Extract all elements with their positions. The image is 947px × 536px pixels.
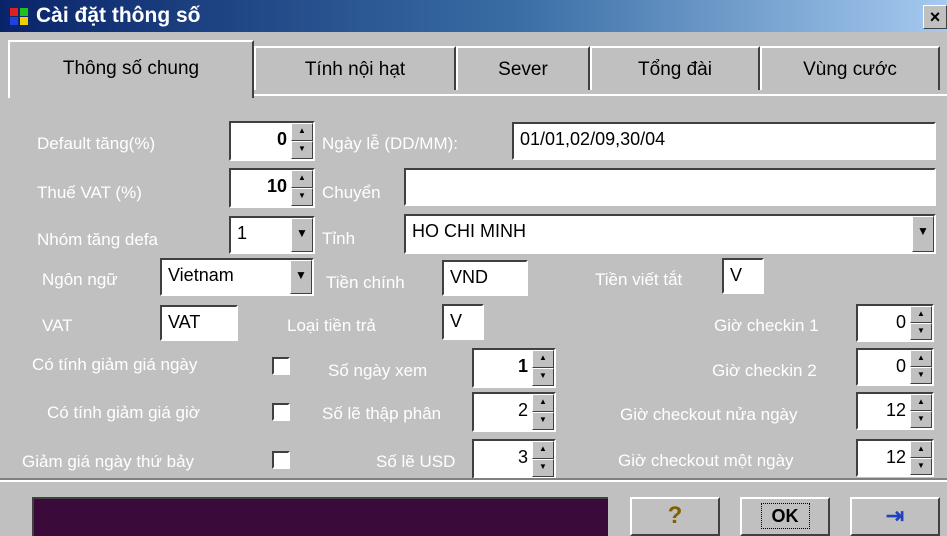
vat-field[interactable]: VAT [160, 305, 238, 341]
gio-checkout-mot-ngay-spinner[interactable]: 12 ▲ ▼ [856, 439, 934, 477]
exit-button[interactable]: ⇥ [850, 497, 940, 536]
so-le-usd-label: Số lẽ USD [376, 452, 456, 471]
tinh-label: Tỉnh [322, 229, 356, 248]
spin-down-icon[interactable]: ▼ [910, 323, 932, 340]
tab-sever[interactable]: Sever [456, 46, 590, 90]
tien-chinh-field[interactable]: VND [442, 260, 528, 296]
spin-down-icon[interactable]: ▼ [532, 412, 554, 430]
so-le-usd-spinner[interactable]: 3 ▲ ▼ [472, 439, 556, 479]
ngay-le-label: Ngày lễ (DD/MM): [322, 134, 459, 153]
so-le-thap-phan-spinner[interactable]: 2 ▲ ▼ [472, 392, 556, 432]
so-ngay-xem-label: Số ngày xem [328, 361, 428, 380]
gio-checkin-2-label: Giờ checkin 2 [712, 361, 817, 380]
so-le-thap-phan-label: Số lẽ thập phân [322, 404, 442, 423]
chuyen-label: Chuyển [322, 183, 381, 202]
spin-up-icon[interactable]: ▲ [532, 350, 554, 368]
tab-vung-cuoc[interactable]: Vùng cước [760, 46, 940, 90]
exit-door-icon: ⇥ [885, 503, 905, 528]
loai-tien-tra-field[interactable]: V [442, 304, 484, 340]
gio-checkout-mot-ngay-label: Giờ checkout một ngày [618, 451, 794, 470]
spin-down-icon[interactable]: ▼ [291, 141, 313, 159]
so-ngay-xem-value: 1 [517, 356, 528, 376]
default-tang-label: Default tăng(%) [37, 134, 156, 153]
gio-checkin-1-spinner[interactable]: 0 ▲ ▼ [856, 304, 934, 342]
default-tang-value: 0 [276, 129, 287, 149]
tab-tong-dai[interactable]: Tổng đài [590, 46, 760, 90]
chevron-down-icon[interactable]: ▼ [912, 216, 934, 252]
ngay-le-field[interactable]: 01/01,02/09,30/04 [512, 122, 936, 160]
chevron-down-icon[interactable]: ▼ [290, 260, 312, 294]
chevron-down-icon[interactable]: ▼ [291, 218, 313, 252]
tab-strip: Thông số chung Tính nội hạt Sever Tổng đ… [0, 40, 947, 98]
title-bar: Cài đặt thông số × [0, 0, 947, 32]
ngon-ngu-select[interactable]: Vietnam ▼ [160, 258, 314, 296]
nhom-tang-label: Nhóm tăng defa [37, 230, 158, 249]
footer-divider-highlight [0, 480, 947, 482]
spin-up-icon[interactable]: ▲ [910, 441, 932, 458]
close-button[interactable]: × [923, 5, 947, 29]
spin-down-icon[interactable]: ▼ [532, 368, 554, 386]
tien-chinh-label: Tiền chính [326, 273, 405, 292]
thue-vat-label: Thuế VAT (%) [37, 183, 142, 202]
loai-tien-tra-label: Loại tiền trả [287, 316, 376, 335]
tien-viet-tat-label: Tiền viết tắt [595, 270, 683, 289]
co-tinh-giam-gia-ngay-checkbox[interactable] [272, 357, 290, 375]
help-button[interactable]: ? [630, 497, 720, 536]
chuyen-field[interactable] [404, 168, 936, 206]
co-tinh-giam-gia-ngay-label: Có tính giảm giá ngày [32, 355, 198, 374]
so-le-thap-phan-value: 2 [517, 400, 528, 420]
gio-checkout-nua-ngay-spinner[interactable]: 12 ▲ ▼ [856, 392, 934, 430]
spin-up-icon[interactable]: ▲ [291, 123, 313, 141]
giam-gia-thu-bay-label: Giảm giá ngày thứ bảy [22, 452, 195, 471]
giam-gia-thu-bay-checkbox[interactable] [272, 451, 290, 469]
co-tinh-giam-gia-gio-label: Có tính giảm giá giờ [47, 403, 200, 422]
gio-checkin-1-value: 0 [895, 312, 906, 332]
spin-down-icon[interactable]: ▼ [291, 188, 313, 206]
gio-checkin-2-value: 0 [895, 356, 906, 376]
nhom-tang-select[interactable]: 1 ▼ [229, 216, 315, 254]
vat-label: VAT [42, 316, 73, 335]
app-icon [10, 8, 28, 25]
window-title: Cài đặt thông số [36, 4, 201, 27]
ngon-ngu-value: Vietnam [168, 265, 234, 285]
spin-down-icon[interactable]: ▼ [910, 458, 932, 475]
spin-down-icon[interactable]: ▼ [532, 459, 554, 477]
nhom-tang-value: 1 [237, 223, 248, 243]
so-le-usd-value: 3 [517, 447, 528, 467]
ngon-ngu-label: Ngôn ngữ [42, 270, 118, 289]
thue-vat-value: 10 [266, 176, 287, 196]
status-bar [32, 497, 608, 536]
ok-label: OK [760, 503, 810, 529]
gio-checkout-mot-ngay-value: 12 [885, 447, 906, 467]
spin-up-icon[interactable]: ▲ [532, 394, 554, 412]
tab-divider [254, 94, 947, 96]
spin-up-icon[interactable]: ▲ [910, 394, 932, 411]
help-icon: ? [667, 502, 683, 529]
tinh-select[interactable]: HO CHI MINH ▼ [404, 214, 936, 254]
spin-up-icon[interactable]: ▲ [910, 306, 932, 323]
tinh-value: HO CHI MINH [412, 221, 526, 241]
spin-down-icon[interactable]: ▼ [910, 367, 932, 384]
settings-window: Cài đặt thông số × Thông số chung Tính n… [0, 0, 947, 536]
gio-checkout-nua-ngay-label: Giờ checkout nửa ngày [620, 405, 798, 424]
gio-checkin-2-spinner[interactable]: 0 ▲ ▼ [856, 348, 934, 386]
thue-vat-spinner[interactable]: 10 ▲ ▼ [229, 168, 315, 208]
tab-tinh-noi-hat[interactable]: Tính nội hạt [254, 46, 456, 90]
tien-viet-tat-field[interactable]: V [722, 258, 764, 294]
ok-button[interactable]: OK [740, 497, 830, 536]
spin-up-icon[interactable]: ▲ [532, 441, 554, 459]
co-tinh-giam-gia-gio-checkbox[interactable] [272, 403, 290, 421]
tab-thong-so-chung[interactable]: Thông số chung [8, 40, 254, 98]
spin-up-icon[interactable]: ▲ [910, 350, 932, 367]
spin-down-icon[interactable]: ▼ [910, 411, 932, 428]
gio-checkout-nua-ngay-value: 12 [885, 400, 906, 420]
gio-checkin-1-label: Giờ checkin 1 [714, 316, 819, 335]
default-tang-spinner[interactable]: 0 ▲ ▼ [229, 121, 315, 161]
so-ngay-xem-spinner[interactable]: 1 ▲ ▼ [472, 348, 556, 388]
spin-up-icon[interactable]: ▲ [291, 170, 313, 188]
